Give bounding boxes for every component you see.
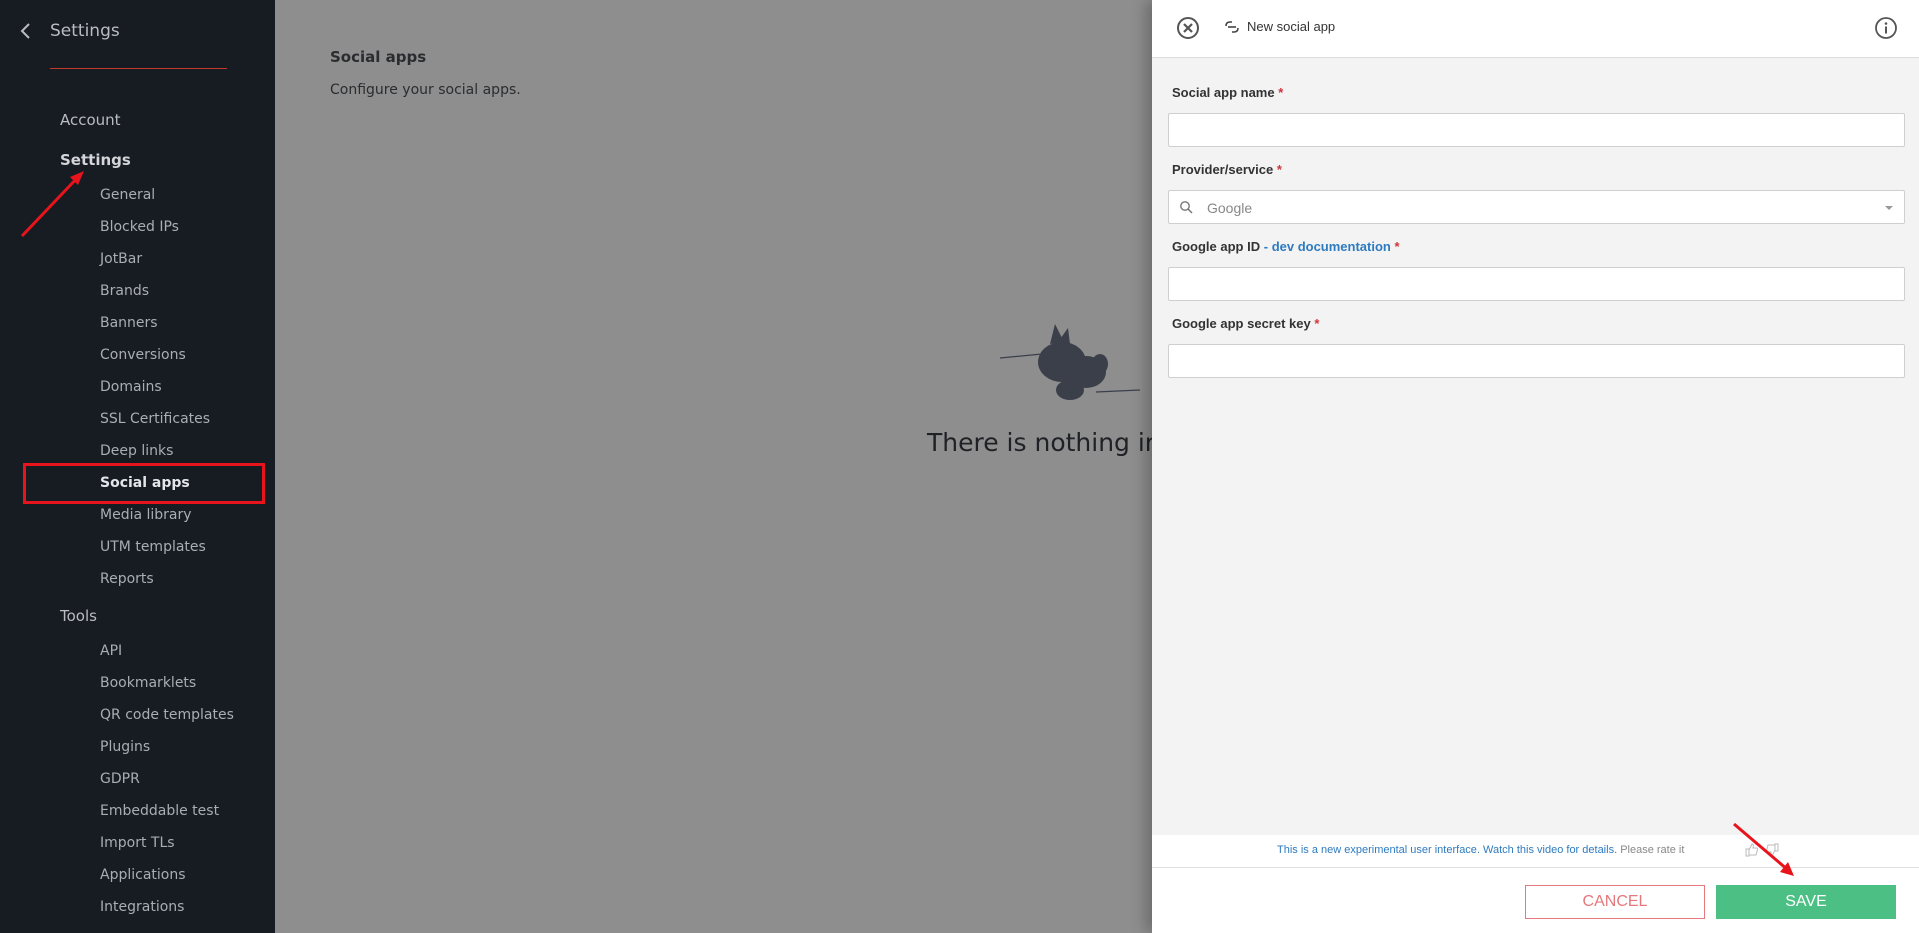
required-mark: * — [1314, 316, 1320, 331]
sidebar-header: Settings — [18, 20, 120, 42]
notice-rate-text: Please rate it — [1620, 844, 1685, 856]
required-mark: * — [1276, 162, 1282, 177]
provider-label-text: Provider/service — [1172, 162, 1274, 177]
thumbs-down-icon[interactable] — [1765, 843, 1779, 857]
sidebar-item-utm-templates[interactable]: UTM templates — [100, 539, 206, 555]
required-mark: * — [1278, 85, 1284, 100]
chevron-down-icon — [1885, 206, 1893, 210]
new-social-app-panel: New social app Social app name * Provide… — [1152, 0, 1919, 933]
sidebar-item-ssl-certificates[interactable]: SSL Certificates — [100, 411, 210, 427]
chevron-left-icon[interactable] — [18, 20, 32, 42]
page-title: Social apps — [330, 48, 427, 66]
sidebar-item-api[interactable]: API — [100, 643, 122, 659]
highlight-box — [23, 463, 265, 504]
sidebar-item-general[interactable]: General — [100, 187, 155, 203]
sidebar-item-qr-code-templates[interactable]: QR code templates — [100, 707, 234, 723]
sidebar-item-domains[interactable]: Domains — [100, 379, 162, 395]
sidebar-item-blocked-ips[interactable]: Blocked IPs — [100, 219, 179, 235]
sidebar-item-import-tls[interactable]: Import TLs — [100, 835, 175, 851]
sidebar-item-media-library[interactable]: Media library — [100, 507, 192, 523]
provider-label: Provider/service * — [1172, 162, 1282, 177]
provider-select[interactable]: Google — [1168, 190, 1905, 224]
save-button[interactable]: SAVE — [1716, 885, 1896, 919]
sidebar-title: Settings — [50, 21, 120, 41]
sidebar-item-conversions[interactable]: Conversions — [100, 347, 186, 363]
required-mark: * — [1394, 239, 1400, 254]
sidebar-item-embeddable-test[interactable]: Embeddable test — [100, 803, 219, 819]
social-app-name-label: Social app name * — [1172, 85, 1283, 100]
thumbs-up-icon[interactable] — [1745, 843, 1759, 857]
panel-header: New social app — [1152, 0, 1919, 58]
experimental-ui-notice: This is a new experimental user interfac… — [1152, 835, 1919, 867]
google-app-secret-input[interactable] — [1168, 344, 1905, 378]
sidebar-item-plugins[interactable]: Plugins — [100, 739, 150, 755]
google-app-id-label-text: Google app ID — [1172, 239, 1261, 254]
sidebar-item-brands[interactable]: Brands — [100, 283, 149, 299]
panel-footer: CANCEL SAVE — [1152, 867, 1919, 933]
link-icon — [1225, 21, 1239, 33]
notice-message[interactable]: This is a new experimental user interfac… — [1277, 844, 1617, 856]
empty-state-illustration — [1000, 324, 1140, 400]
search-icon — [1180, 201, 1193, 214]
social-app-name-label-text: Social app name — [1172, 85, 1275, 100]
sidebar: Settings Account Settings General Blocke… — [0, 0, 275, 933]
sidebar-item-reports[interactable]: Reports — [100, 571, 154, 587]
sidebar-group-account[interactable]: Account — [60, 111, 121, 129]
empty-state-text: There is nothing in — [927, 428, 1161, 457]
social-app-name-input[interactable] — [1168, 113, 1905, 147]
google-app-secret-label-text: Google app secret key — [1172, 316, 1311, 331]
dev-documentation-link[interactable]: dev documentation — [1272, 239, 1391, 254]
google-app-id-label: Google app ID - dev documentation * — [1172, 239, 1400, 254]
close-icon[interactable] — [1176, 16, 1200, 40]
sidebar-group-settings[interactable]: Settings — [60, 151, 131, 169]
info-icon[interactable] — [1874, 16, 1898, 40]
sidebar-title-underline — [50, 68, 227, 69]
sidebar-item-deep-links[interactable]: Deep links — [100, 443, 173, 459]
notice-text: This is a new experimental user interfac… — [1277, 844, 1684, 856]
page-subtitle: Configure your social apps. — [330, 82, 521, 98]
sidebar-item-jotbar[interactable]: JotBar — [100, 251, 142, 267]
panel-title: New social app — [1247, 19, 1336, 34]
sidebar-item-gdpr[interactable]: GDPR — [100, 771, 140, 787]
sidebar-group-tools[interactable]: Tools — [60, 607, 97, 625]
sidebar-item-integrations[interactable]: Integrations — [100, 899, 184, 915]
google-app-secret-label: Google app secret key * — [1172, 316, 1319, 331]
sidebar-item-bookmarklets[interactable]: Bookmarklets — [100, 675, 196, 691]
cancel-button[interactable]: CANCEL — [1525, 885, 1705, 919]
google-app-id-input[interactable] — [1168, 267, 1905, 301]
sidebar-item-banners[interactable]: Banners — [100, 315, 158, 331]
provider-select-value: Google — [1207, 200, 1253, 216]
label-separator: - — [1260, 239, 1272, 254]
sidebar-item-applications[interactable]: Applications — [100, 867, 186, 883]
